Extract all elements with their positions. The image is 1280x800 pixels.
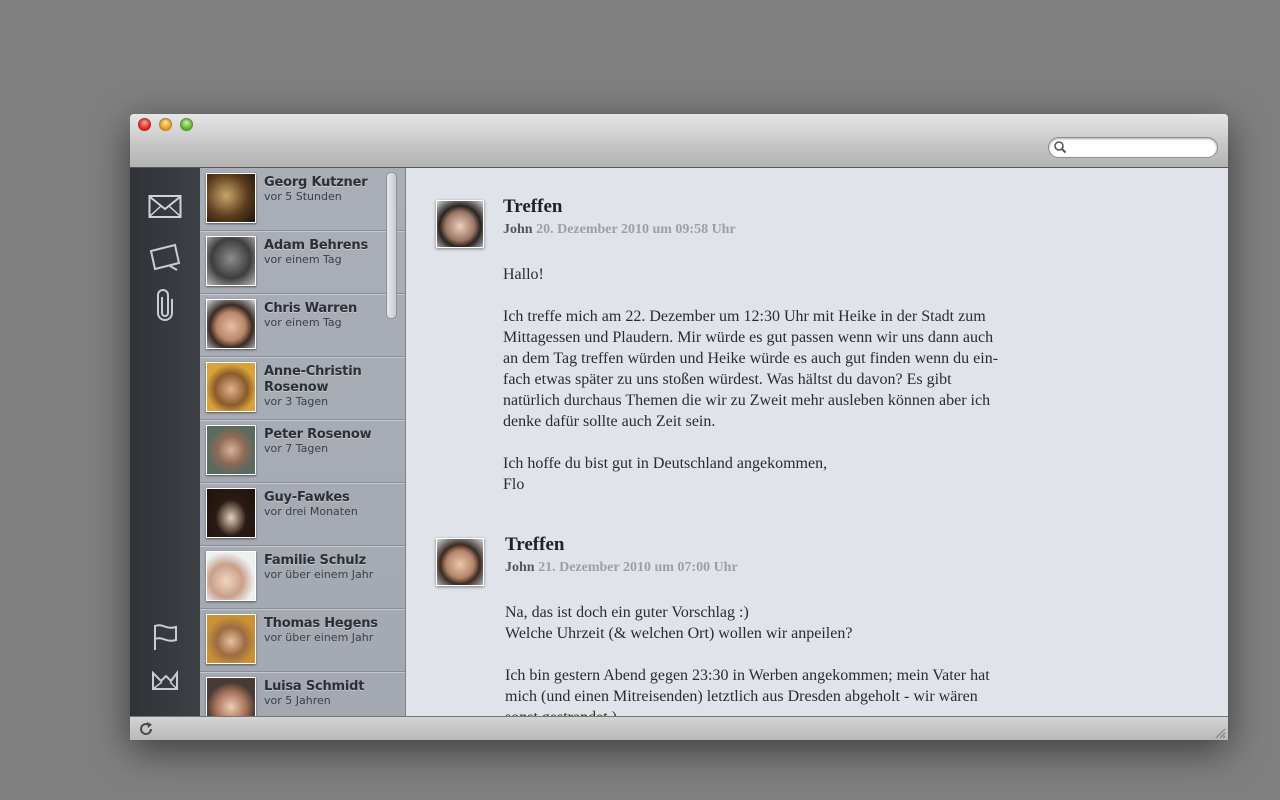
close-button[interactable] (138, 118, 151, 131)
contact-time: vor drei Monaten (264, 505, 358, 518)
contact-name: Peter Rosenow (264, 427, 372, 442)
note-icon[interactable] (148, 240, 182, 274)
avatar (206, 173, 256, 223)
message-date: 21. Dezember 2010 um 07:00 Uhr (538, 560, 738, 575)
list-item[interactable]: Guy-Fawkes vor drei Monaten (200, 483, 405, 546)
refresh-icon[interactable] (138, 721, 154, 737)
message-meta: John 21. Dezember 2010 um 07:00 Uhr (505, 560, 738, 576)
titlebar (130, 114, 1228, 168)
message-body: Hallo! Ich treffe mich am 22. Dezember u… (503, 266, 999, 493)
contact-time: vor 5 Jahren (264, 694, 331, 707)
contact-time: vor 3 Tagen (264, 395, 329, 408)
contact-name: Chris Warren (264, 301, 358, 316)
inbox-tray-icon[interactable] (148, 664, 182, 698)
message-body: Na, das ist doch ein guter Vorschlag :) … (505, 604, 990, 716)
icon-sidebar (130, 168, 200, 716)
contact-name: Georg Kutzner (264, 175, 368, 190)
search-icon (1054, 141, 1067, 154)
list-item[interactable]: Familie Schulz vor über einem Jahr (200, 546, 405, 609)
avatar (206, 677, 256, 716)
mail-icon[interactable] (148, 190, 182, 224)
avatar (206, 299, 256, 349)
message-from: John (505, 560, 535, 575)
avatar (206, 362, 256, 412)
list-item[interactable]: Luisa Schmidt vor 5 Jahren (200, 672, 405, 716)
list-item[interactable]: Peter Rosenow vor 7 Tagen (200, 420, 405, 483)
sender-avatar (436, 200, 484, 248)
conversation-list[interactable]: Georg Kutzner vor 5 Stunden Adam Behrens… (200, 168, 406, 716)
resize-grip-icon[interactable] (1214, 727, 1226, 739)
message-date: 20. Dezember 2010 um 09:58 Uhr (536, 222, 736, 237)
list-item[interactable]: Georg Kutzner vor 5 Stunden (200, 168, 405, 231)
message-meta: John 20. Dezember 2010 um 09:58 Uhr (503, 222, 736, 238)
contact-time: vor 7 Tagen (264, 442, 329, 455)
message-subject: Treffen (505, 534, 565, 555)
message-from: John (503, 222, 533, 237)
contact-name: Luisa Schmidt (264, 679, 365, 694)
list-item[interactable]: Anne-Christin Rosenow vor 3 Tagen (200, 357, 405, 420)
status-bar (130, 716, 1228, 740)
contact-name: Familie Schulz (264, 553, 366, 568)
contact-name: Adam Behrens (264, 238, 369, 253)
list-item[interactable]: Chris Warren vor einem Tag (200, 294, 405, 357)
contact-name: Anne-Christin Rosenow (264, 364, 362, 395)
contact-name: Guy-Fawkes (264, 490, 350, 505)
paperclip-icon[interactable] (148, 288, 182, 322)
contact-time: vor über einem Jahr (264, 568, 374, 581)
contact-time: vor einem Tag (264, 316, 342, 329)
search-input[interactable] (1069, 139, 1213, 157)
contact-time: vor 5 Stunden (264, 190, 342, 203)
list-item[interactable]: Adam Behrens vor einem Tag (200, 231, 405, 294)
contact-time: vor über einem Jahr (264, 631, 374, 644)
avatar (206, 488, 256, 538)
mail-window: Georg Kutzner vor 5 Stunden Adam Behrens… (130, 114, 1228, 740)
avatar (206, 425, 256, 475)
avatar (206, 551, 256, 601)
list-scrollbar[interactable] (386, 172, 397, 319)
contact-time: vor einem Tag (264, 253, 342, 266)
contact-name: Thomas Hegens (264, 616, 378, 631)
avatar (206, 236, 256, 286)
message-pane: Treffen John 20. Dezember 2010 um 09:58 … (406, 168, 1228, 716)
flag-icon[interactable] (148, 620, 182, 654)
avatar (206, 614, 256, 664)
search-field[interactable] (1048, 137, 1218, 158)
list-item[interactable]: Thomas Hegens vor über einem Jahr (200, 609, 405, 672)
sender-avatar (436, 538, 484, 586)
minimize-button[interactable] (159, 118, 172, 131)
message-subject: Treffen (503, 196, 563, 217)
zoom-button[interactable] (180, 118, 193, 131)
